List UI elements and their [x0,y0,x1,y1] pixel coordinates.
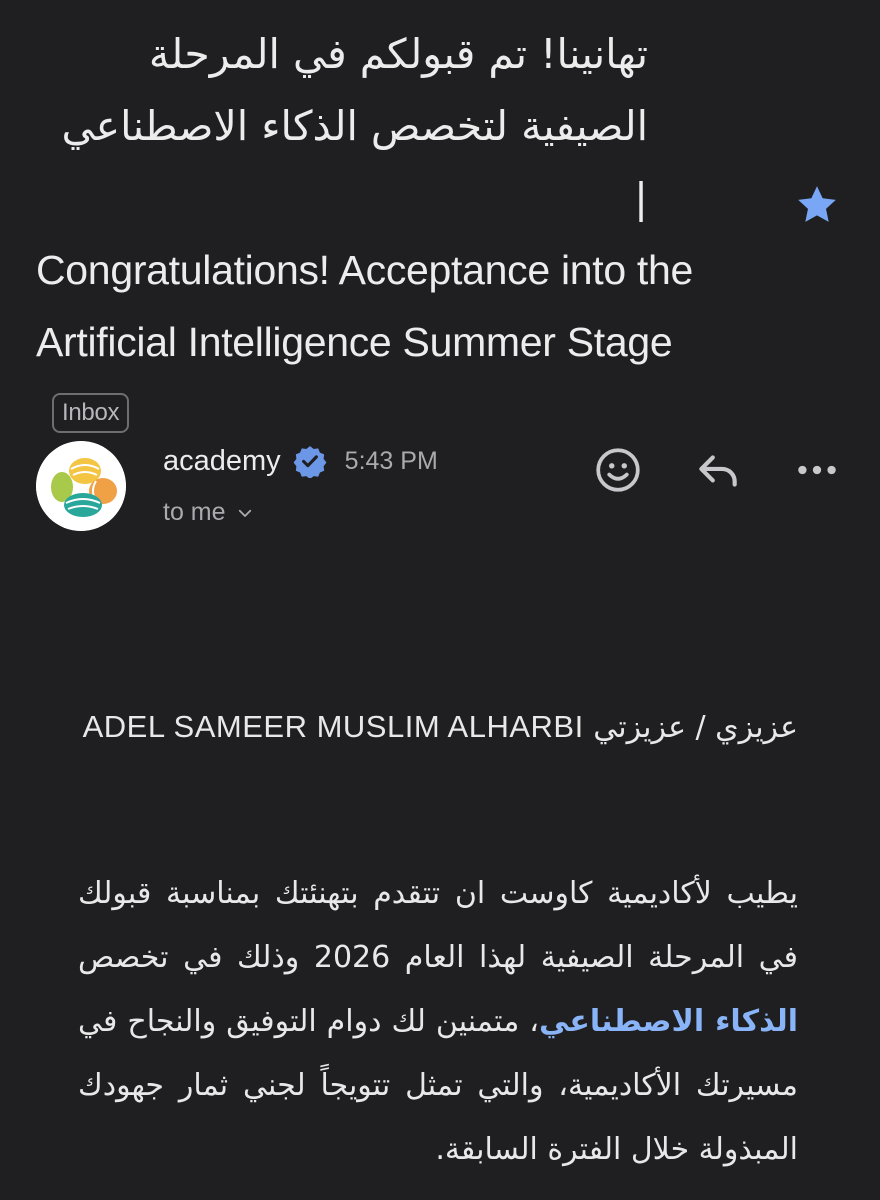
specialization-highlight: الذكاء الاصطناعي [538,1004,798,1039]
sender-avatar[interactable] [36,441,126,531]
sender-name[interactable]: academy [163,445,281,478]
recipient-toggle[interactable]: to me [163,498,254,527]
paragraph-part-1: يطيب لأكاديمية كاوست ان تتقدم بتهنئتك بم… [78,876,798,975]
academy-logo [36,441,126,531]
reply-icon[interactable] [693,445,743,495]
recipient-label: to me [163,498,226,526]
subject-english: Congratulations! Acceptance into the Art… [36,247,694,365]
star-icon[interactable] [794,182,840,228]
email-subject: تهانينا! تم قبولكم في المرحلة الصيفية لت… [36,18,696,450]
verified-icon [293,446,327,478]
inbox-label[interactable]: Inbox [52,393,130,434]
greeting: عزيزي / عزيزتي ADEL SAMEER MUSLIM ALHARB… [78,695,798,760]
sent-time: 5:43 PM [344,446,438,475]
recipient-name: ADEL SAMEER MUSLIM ALHARBI [82,709,584,744]
emoji-icon[interactable] [593,445,643,495]
greeting-prefix: عزيزي / عزيزتي [593,710,798,745]
subject-arabic: تهانينا! تم قبولكم في المرحلة الصيفية لت… [61,30,648,222]
sender-row: academy 5:43 PM [163,444,438,478]
chevron-down-icon [238,509,251,517]
message-paragraph: يطيب لأكاديمية كاوست ان تتقدم بتهنئتك بم… [78,862,798,1182]
more-options-icon[interactable] [792,445,842,495]
